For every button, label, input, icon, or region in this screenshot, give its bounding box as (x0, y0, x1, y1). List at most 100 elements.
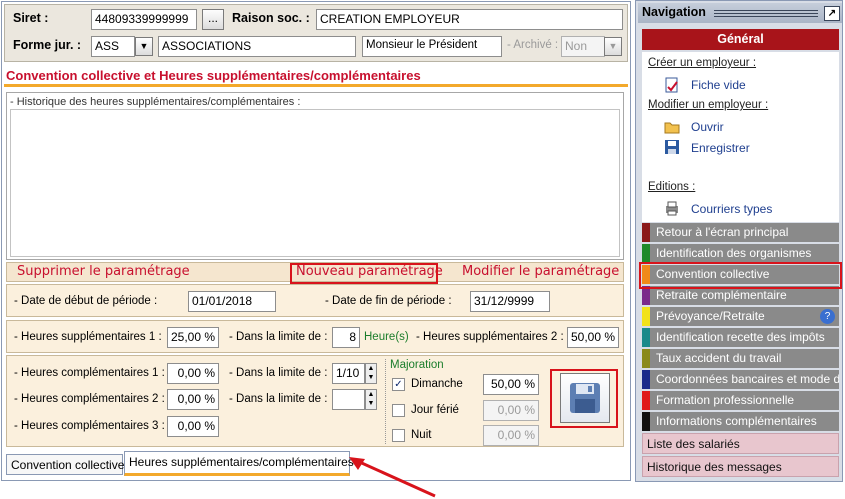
help-icon[interactable]: ? (820, 309, 835, 324)
highlight-new-config (290, 263, 438, 284)
archive-field: Non (561, 36, 605, 57)
highlight-convention (639, 262, 842, 289)
nav-item-label: Identification recette des impôts (656, 330, 825, 344)
tab-convention-collective[interactable]: Convention collective (6, 454, 124, 475)
hc1-label: - Heures complémentaires 1 : (14, 367, 165, 379)
raison-field[interactable]: CREATION EMPLOYEUR (316, 9, 623, 30)
nav-item-label: Identification des organismes (656, 246, 812, 260)
delete-config-link[interactable]: Supprimer le paramétrage (17, 264, 190, 279)
nav-item-label: Retraite complémentaire (656, 288, 787, 302)
nav-item-bancaires[interactable]: Coordonnées bancaires et mode de (642, 370, 839, 389)
start-date-label: - Date de début de période : (14, 295, 158, 307)
dimanche-label: Dimanche (411, 378, 463, 390)
general-section-body: Créer un employeur : Fiche vide Modifier… (642, 52, 839, 222)
nav-item-retour[interactable]: Retour à l'écran principal (642, 223, 839, 242)
nav-item-label: Coordonnées bancaires et mode de (656, 372, 839, 386)
nav-item-label: Prévoyance/Retraite (656, 309, 765, 323)
nav-item-label: Taux accident du travail (656, 351, 782, 365)
history-group: - Historique des heures supplémentaires/… (6, 92, 624, 260)
chevron-down-icon: ▼ (608, 41, 618, 51)
siret-label: Siret : (13, 11, 49, 25)
save-icon (665, 140, 679, 154)
nuit-rate-field: 0,00 % (483, 425, 539, 446)
forme-dropdown-button[interactable]: ▼ (135, 37, 153, 56)
arrow-up-icon: ▲ (367, 391, 375, 398)
navigation-header: Navigation ↗ (638, 3, 842, 23)
nav-item-impots[interactable]: Identification recette des impôts (642, 328, 839, 347)
pin-icon[interactable]: ↗ (824, 6, 840, 21)
forme-label: Forme jur. : (13, 38, 82, 52)
browse-button[interactable]: ... (202, 9, 224, 30)
archive-label: - Archivé : (507, 39, 559, 51)
dimanche-rate-field[interactable]: 50,00 % (483, 374, 539, 395)
color-tag-icon (642, 307, 650, 326)
history-label: - Historique des heures supplémentaires/… (10, 96, 301, 108)
save-link[interactable]: Enregistrer (691, 141, 750, 155)
supp-limit-label: - Dans la limite de : (229, 331, 328, 343)
nav-item-prevoyance[interactable]: Prévoyance/Retraite? (642, 307, 839, 326)
drag-grip-icon[interactable] (714, 10, 818, 18)
nav-item-accident[interactable]: Taux accident du travail (642, 349, 839, 368)
civility-field[interactable]: Monsieur le Président (362, 36, 502, 57)
nav-item-label: Formation professionnelle (656, 393, 795, 407)
ferie-checkbox[interactable] (392, 404, 405, 417)
navigation-title: Navigation (642, 5, 706, 19)
start-date-field[interactable]: 01/01/2018 (188, 291, 276, 312)
editions-label: Editions : (648, 181, 696, 193)
supp-limit-field[interactable]: 8 (332, 327, 360, 348)
forme-code-field[interactable]: ASS (91, 36, 135, 57)
hc1-field[interactable]: 0,00 % (167, 363, 219, 384)
nuit-checkbox[interactable] (392, 429, 405, 442)
highlight-save (550, 369, 618, 428)
comp-limit1-label: - Dans la limite de : (229, 367, 328, 379)
arrow-down-icon: ▼ (367, 374, 375, 381)
limit2-spinner[interactable]: ▲ ▼ (365, 389, 377, 410)
general-section-header[interactable]: Général (642, 29, 839, 50)
blank-sheet-link[interactable]: Fiche vide (691, 78, 746, 92)
color-tag-icon (642, 412, 650, 431)
modify-employer-label: Modifier un employeur : (648, 99, 769, 111)
nav-item-label: Informations complémentaires (656, 414, 817, 428)
navigation-panel: Navigation ↗ Général Créer un employeur … (635, 0, 843, 482)
comp-limit2-field[interactable] (332, 389, 365, 410)
color-tag-icon (642, 391, 650, 410)
end-date-field[interactable]: 31/12/9999 (470, 291, 550, 312)
nav-item-organismes[interactable]: Identification des organismes (642, 244, 839, 263)
nav-messages-history[interactable]: Historique des messages (642, 456, 839, 477)
hc2-field[interactable]: 0,00 % (167, 389, 219, 410)
nav-employees-list[interactable]: Liste des salariés (642, 433, 839, 454)
ferie-label: Jour férié (411, 404, 459, 416)
hc3-field[interactable]: 0,00 % (167, 416, 219, 437)
color-tag-icon (642, 349, 650, 368)
nav-item-formation[interactable]: Formation professionnelle (642, 391, 839, 410)
hs2-label: - Heures supplémentaires 2 : (416, 331, 564, 343)
create-employer-label: Créer un employeur : (648, 57, 757, 69)
supp-hours-panel: - Heures supplémentaires 1 : 25,00 % - D… (6, 320, 624, 353)
color-tag-icon (642, 223, 650, 242)
color-tag-icon (642, 328, 650, 347)
raison-label: Raison soc. : (232, 11, 310, 25)
arrow-up-icon: ▲ (367, 365, 375, 372)
siret-field[interactable]: 44809339999999 (91, 9, 197, 30)
limit1-spinner[interactable]: ▲ ▼ (365, 363, 377, 384)
period-panel: - Date de début de période : 01/01/2018 … (6, 284, 624, 317)
end-date-label: - Date de fin de période : (325, 295, 452, 307)
open-folder-icon (664, 122, 680, 134)
supp-limit-unit: Heure(s) (364, 331, 409, 343)
open-link[interactable]: Ouvrir (691, 120, 724, 134)
modify-config-link[interactable]: Modifier le paramétrage (462, 264, 619, 279)
hs1-field[interactable]: 25,00 % (167, 327, 219, 348)
nav-item-informations[interactable]: Informations complémentaires (642, 412, 839, 431)
page-title: Convention collective et Heures suppléme… (4, 65, 628, 87)
printer-icon (666, 201, 678, 216)
hs2-field[interactable]: 50,00 % (567, 327, 619, 348)
dimanche-checkbox[interactable]: ✓ (392, 378, 405, 391)
hc2-label: - Heures complémentaires 2 : (14, 393, 165, 405)
history-list[interactable] (10, 109, 620, 257)
comp-limit1-field[interactable]: 1/10 (332, 363, 365, 384)
tab-heures-supplementaires[interactable]: Heures supplémentaires/complémentaires (124, 451, 354, 476)
ferie-rate-field: 0,00 % (483, 400, 539, 421)
arrow-down-icon: ▼ (367, 400, 375, 407)
letters-link[interactable]: Courriers types (691, 202, 772, 216)
hs1-label: - Heures supplémentaires 1 : (14, 331, 162, 343)
